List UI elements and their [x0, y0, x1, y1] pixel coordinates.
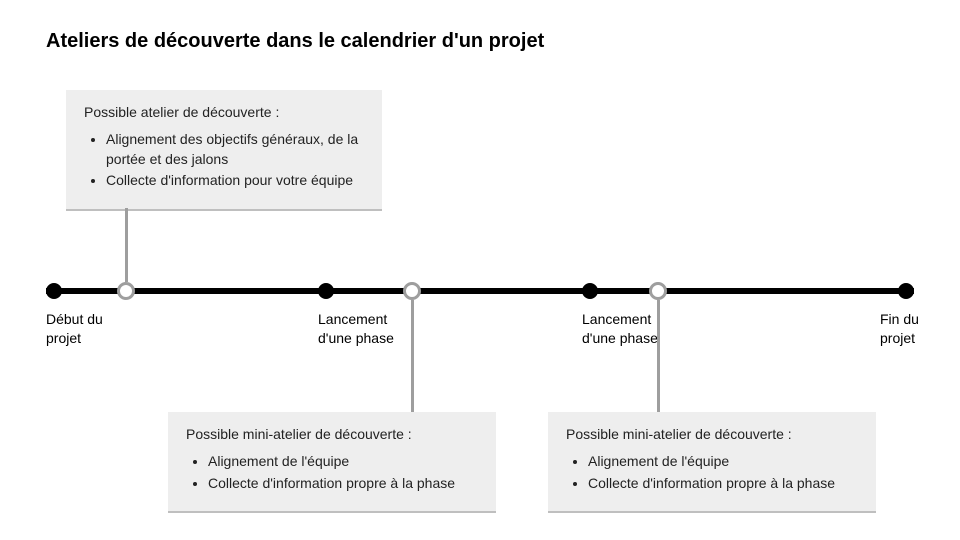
callout-bullet: Alignement des objectifs généraux, de la…	[106, 130, 364, 169]
timeline-bar	[46, 288, 914, 294]
callout-list: Alignement de l'équipe Collecte d'inform…	[186, 452, 478, 493]
callout-bullet: Collecte d'information pour votre équipe	[106, 171, 364, 191]
milestone-label-phase-2: Lancement d'une phase	[582, 310, 682, 348]
milestone-label-phase-1: Lancement d'une phase	[318, 310, 418, 348]
callout-bullet: Collecte d'information propre à la phase	[588, 474, 858, 494]
page-title: Ateliers de découverte dans le calendrie…	[46, 30, 544, 53]
milestone-dot-phase-2	[582, 283, 598, 299]
callout-bullet: Alignement de l'équipe	[208, 452, 478, 472]
milestone-dot-end	[898, 283, 914, 299]
milestone-dot-phase-1	[318, 283, 334, 299]
callout-top: Possible atelier de découverte : Alignem…	[66, 90, 382, 211]
workshop-marker-3	[649, 282, 667, 300]
callout-heading: Possible atelier de découverte :	[84, 104, 364, 120]
callout-bullet: Collecte d'information propre à la phase	[208, 474, 478, 494]
diagram-page: Ateliers de découverte dans le calendrie…	[0, 0, 960, 540]
milestone-label-start: Début du projet	[46, 310, 136, 348]
callout-heading: Possible mini-atelier de découverte :	[566, 426, 858, 442]
workshop-marker-1	[117, 282, 135, 300]
workshop-marker-2	[403, 282, 421, 300]
connector-line	[125, 208, 128, 282]
callout-bullet: Alignement de l'équipe	[588, 452, 858, 472]
milestone-dot-start	[46, 283, 62, 299]
callout-phase-1: Possible mini-atelier de découverte : Al…	[168, 412, 496, 513]
connector-line	[657, 300, 660, 412]
callout-phase-2: Possible mini-atelier de découverte : Al…	[548, 412, 876, 513]
callout-list: Alignement des objectifs généraux, de la…	[84, 130, 364, 191]
milestone-label-end: Fin du projet	[880, 310, 950, 348]
connector-line	[411, 300, 414, 412]
callout-list: Alignement de l'équipe Collecte d'inform…	[566, 452, 858, 493]
callout-heading: Possible mini-atelier de découverte :	[186, 426, 478, 442]
